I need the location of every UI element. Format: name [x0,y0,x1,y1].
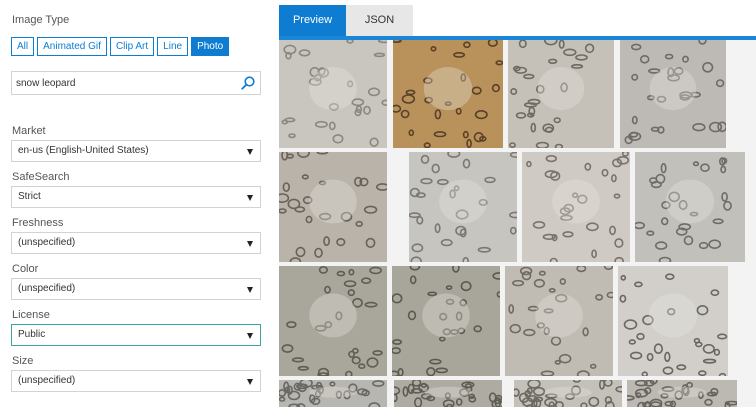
market-select[interactable]: en-us (English-United States) [11,140,261,162]
size-label: Size [12,355,34,367]
image-type-clip-art-button[interactable]: Clip Art [109,37,155,56]
chevron-down-icon [247,149,253,155]
chevron-down-icon [247,287,253,293]
snow-leopard-photo [627,380,737,407]
image-type-group: All Animated Gif Clip Art Line Photo [11,37,230,56]
image-result-thumbnail[interactable] [279,40,387,148]
image-result-thumbnail[interactable] [508,40,614,148]
license-select[interactable]: Public [11,324,261,346]
filter-panel: Image Type All Animated Gif Clip Art Lin… [0,0,272,407]
image-result-thumbnail[interactable] [409,152,517,262]
snow-leopard-photo [635,152,745,262]
snow-leopard-photo [409,152,517,262]
freshness-label: Freshness [12,217,64,229]
image-type-line-button[interactable]: Line [157,37,189,56]
search-box [11,71,261,95]
snow-leopard-photo [620,40,726,148]
snow-leopard-photo [522,152,630,262]
snow-leopard-photo [508,40,614,148]
safesearch-select[interactable]: Strict [11,186,261,208]
size-select[interactable]: (unspecified) [11,370,261,392]
chevron-down-icon [247,333,253,339]
chevron-down-icon [247,195,253,201]
size-value: (unspecified) [18,375,76,386]
freshness-value: (unspecified) [18,237,76,248]
image-result-thumbnail[interactable] [618,266,728,376]
color-value: (unspecified) [18,283,76,294]
snow-leopard-photo [279,152,387,262]
market-value: en-us (English-United States) [18,145,149,156]
image-result-thumbnail[interactable] [505,266,613,376]
image-result-thumbnail[interactable] [514,380,622,407]
chevron-down-icon [247,379,253,385]
image-result-thumbnail[interactable] [279,266,387,376]
snow-leopard-photo [514,380,622,407]
image-result-thumbnail[interactable] [392,266,500,376]
color-select[interactable]: (unspecified) [11,278,261,300]
image-results-grid [279,40,756,407]
image-result-thumbnail[interactable] [522,152,630,262]
image-result-thumbnail[interactable] [393,40,503,148]
image-result-thumbnail[interactable] [279,152,387,262]
safesearch-value: Strict [18,191,41,202]
safesearch-label: SafeSearch [12,171,70,183]
chevron-down-icon [247,241,253,247]
snow-leopard-photo [279,266,387,376]
snow-leopard-photo [394,380,502,407]
search-input[interactable] [16,75,236,91]
search-icon[interactable] [240,75,256,91]
license-value: Public [18,329,46,340]
tab-json[interactable]: JSON [346,5,413,36]
snow-leopard-photo [279,40,387,148]
color-label: Color [12,263,39,275]
image-type-label: Image Type [12,14,70,26]
image-type-animated-gif-button[interactable]: Animated Gif [37,37,107,56]
image-type-all-button[interactable]: All [11,37,35,56]
snow-leopard-photo [505,266,613,376]
image-result-thumbnail[interactable] [620,40,726,148]
snow-leopard-photo [392,266,500,376]
market-label: Market [12,125,46,137]
tab-bar: Preview JSON [279,5,756,36]
freshness-select[interactable]: (unspecified) [11,232,261,254]
tab-preview[interactable]: Preview [279,5,346,36]
results-panel: Preview JSON [279,0,756,407]
snow-leopard-photo [279,380,387,407]
image-result-thumbnail[interactable] [627,380,737,407]
image-result-thumbnail[interactable] [279,380,387,407]
image-result-thumbnail[interactable] [394,380,502,407]
snow-leopard-photo [618,266,728,376]
license-label: License [12,309,50,321]
image-result-thumbnail[interactable] [635,152,745,262]
image-type-photo-button[interactable]: Photo [191,37,230,56]
snow-leopard-photo [393,40,503,148]
